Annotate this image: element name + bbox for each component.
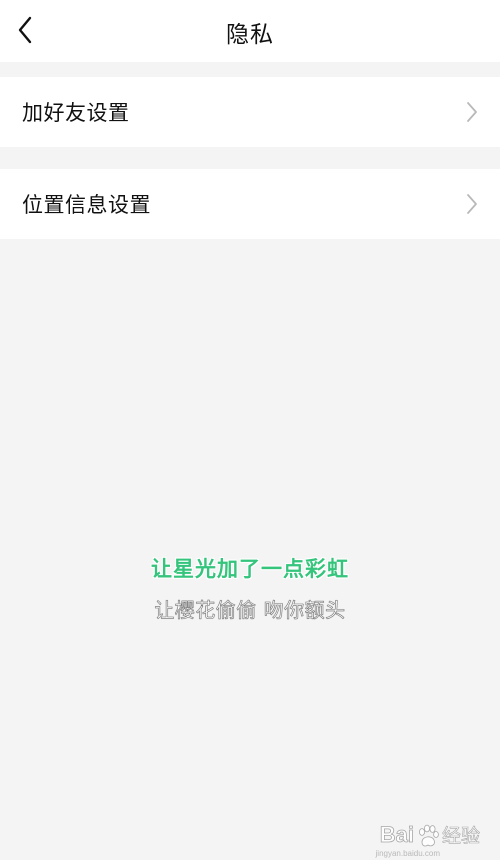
watermark-url: jingyan.baidu.com <box>375 849 440 858</box>
paw-icon <box>418 824 439 847</box>
chevron-right-icon <box>467 102 477 122</box>
page-title: 隐私 <box>226 22 274 48</box>
add-friend-settings-label: 加好友设置 <box>22 101 130 125</box>
watermark-suffix: 经验 <box>441 825 481 848</box>
subtitle-line-2: 让樱花偷偷 吻你额头 <box>154 598 346 623</box>
video-subtitles: 让星光加了一点彩虹 让樱花偷偷 吻你额头 <box>0 553 500 623</box>
baidu-jingyan-watermark: Bai 经验 <box>379 821 481 848</box>
location-settings-item[interactable]: 位置信息设置 <box>0 169 500 239</box>
top-navigation-bar: 隐私 <box>0 0 500 62</box>
location-settings-label: 位置信息设置 <box>22 193 151 217</box>
add-friend-settings-item[interactable]: 加好友设置 <box>0 77 500 147</box>
subtitle-line-1: 让星光加了一点彩虹 <box>151 557 349 581</box>
privacy-screen: 隐私 加好友设置 位置信息设置 让星光加了一点彩虹 让樱花偷偷 吻你额头 Bai… <box>0 0 500 860</box>
chevron-right-icon <box>467 194 477 214</box>
watermark-brand: Bai <box>379 822 414 848</box>
